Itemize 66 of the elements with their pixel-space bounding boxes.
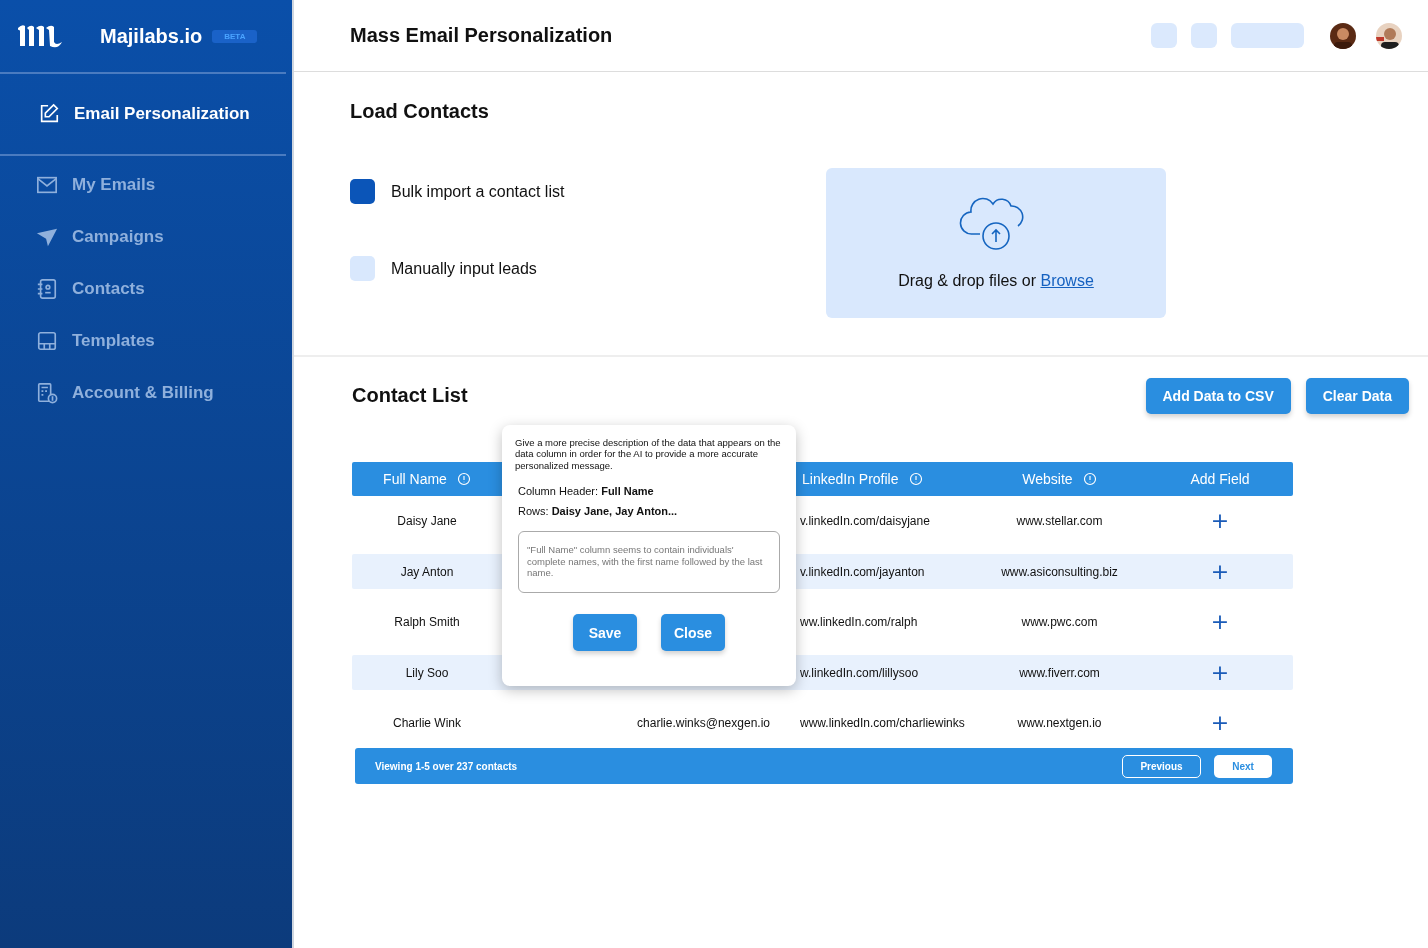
info-icon <box>1082 472 1097 486</box>
billing-icon <box>36 382 58 404</box>
column-header-line: Column Header: Full Name <box>518 485 655 498</box>
add-field-button[interactable]: + <box>1210 712 1230 734</box>
table-cell: w.linkedIn.com/lillysoo <box>800 665 919 680</box>
option-label: Manually input leads <box>391 259 537 278</box>
nav-item[interactable]: Campaigns <box>36 226 292 248</box>
table-cell: Charlie Wink <box>393 716 461 730</box>
popover-description: Give a more precise description of the data that appears on the data column in order for the AI to provide a more accurate personalized message. <box>515 437 782 472</box>
column-header: LinkedIn Profile <box>802 471 899 487</box>
info-icon <box>908 472 923 486</box>
add-field-button[interactable]: + <box>1210 560 1230 583</box>
table-cell: www.stellar.com <box>1016 514 1103 528</box>
table-cell: Lily Soo <box>405 665 449 680</box>
column-header: Full Name <box>383 471 447 487</box>
table-cell: Jay Anton <box>400 564 454 579</box>
edit-icon <box>38 103 60 125</box>
table-cell: www.linkedIn.com/charliewinks <box>800 716 965 730</box>
table-cell: v.linkedIn.com/daisyjane <box>800 514 930 528</box>
column-header: Add Field <box>1190 471 1250 487</box>
column-header: Website <box>1022 471 1073 487</box>
popover-button[interactable]: Close <box>661 614 725 652</box>
add-field-button[interactable]: + <box>1210 510 1230 532</box>
previous-button[interactable]: Previous <box>1122 754 1201 778</box>
table-cell: Daisy Jane <box>397 514 457 528</box>
table-cell: v.linkedIn.com/jayanton <box>800 564 925 579</box>
address-book-icon <box>36 278 58 300</box>
info-icon <box>456 472 471 486</box>
browse-link[interactable]: Browse <box>1040 272 1094 289</box>
template-icon <box>36 330 58 352</box>
table-cell: charlie.winks@nexgen.io <box>637 716 770 730</box>
dropzone[interactable]: Drag & drop files or Browse <box>826 168 1166 318</box>
nav-item[interactable]: My Emails <box>36 174 292 196</box>
action-button[interactable]: Clear Data <box>1305 378 1409 414</box>
rows-line: Rows: Daisy Jane, Jay Anton... <box>518 505 679 518</box>
logo-icon <box>16 22 64 50</box>
add-field-button[interactable]: + <box>1210 611 1230 633</box>
add-field-button[interactable]: + <box>1210 661 1230 684</box>
nav-item[interactable]: Email Personalization <box>38 103 250 125</box>
popover-button[interactable]: Save <box>573 614 637 652</box>
placeholder-block <box>1191 23 1217 48</box>
option-checkbox[interactable] <box>350 256 375 281</box>
nav-item[interactable]: Account & Billing <box>36 382 292 404</box>
description-field[interactable]: "Full Name" column seems to contain individuals' complete names, with the first name followed by the last name. <box>518 531 780 594</box>
option-label: Bulk import a contact list <box>391 182 565 201</box>
next-button[interactable]: Next <box>1214 754 1272 778</box>
pagination-summary: Viewing 1-5 over 237 contacts <box>375 760 518 772</box>
page-title: Mass Email Personalization <box>350 24 613 47</box>
placeholder-block <box>1151 23 1177 48</box>
section-title: Load Contacts <box>350 100 490 123</box>
mail-icon <box>36 174 58 196</box>
brand-name: Majilabs.io <box>100 24 203 48</box>
table-cell: Ralph Smith <box>394 615 460 629</box>
action-button[interactable]: Add Data to CSV <box>1145 378 1291 414</box>
beta-badge: BETA <box>212 29 258 43</box>
dropzone-text: Drag & drop files or Browse <box>898 272 1094 290</box>
table-cell: www.fiverr.com <box>1019 665 1100 680</box>
section-title: Contact List <box>352 383 468 407</box>
table-cell: www.asiconsulting.biz <box>1001 564 1118 579</box>
nav-item[interactable]: Contacts <box>36 278 292 300</box>
option-checkbox[interactable] <box>350 179 375 204</box>
paper-plane-icon <box>36 226 58 248</box>
table-cell: www.pwc.com <box>1021 615 1098 629</box>
table-cell: ww.linkedIn.com/ralph <box>800 615 918 629</box>
table-cell: www.nextgen.io <box>1017 716 1102 730</box>
nav-item[interactable]: Templates <box>36 330 292 352</box>
